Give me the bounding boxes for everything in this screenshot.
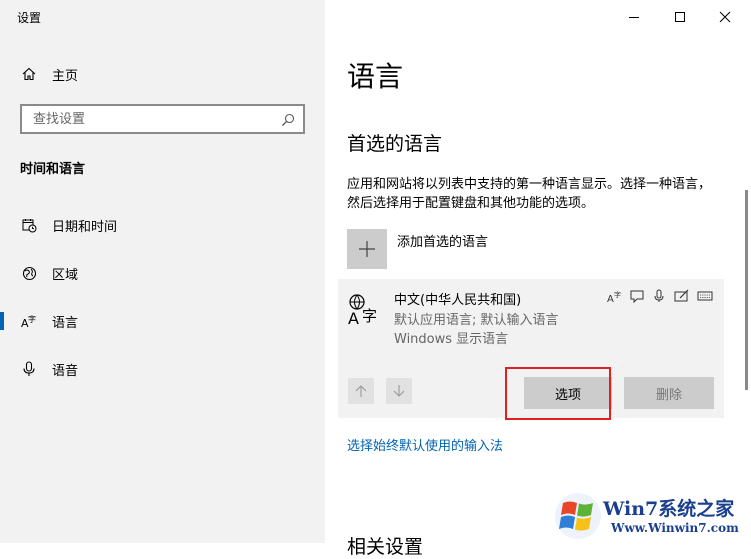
sidebar-item-label: 语音 bbox=[52, 363, 79, 379]
move-up-button[interactable] bbox=[348, 378, 374, 404]
keyboard-icon bbox=[696, 289, 714, 303]
close-button[interactable] bbox=[702, 4, 748, 30]
sidebar-item-speech[interactable]: 语音 bbox=[0, 349, 325, 389]
handwriting-icon bbox=[673, 289, 691, 303]
nav-home-label: 主页 bbox=[52, 68, 79, 84]
language-detail-display: Windows 显示语言 bbox=[394, 332, 509, 347]
sidebar-item-region[interactable]: 区域 bbox=[0, 253, 325, 293]
svg-text:字: 字 bbox=[362, 307, 377, 325]
globe-icon bbox=[21, 265, 37, 281]
sidebar: 设置 主页 时间和语言 日期和时间 区域 A字 语言 语音 bbox=[0, 0, 325, 543]
calendar-clock-icon bbox=[21, 217, 37, 233]
options-highlight-box bbox=[505, 367, 611, 420]
arrow-down-icon bbox=[393, 385, 405, 397]
preferred-languages-heading: 首选的语言 bbox=[347, 133, 443, 155]
page-title: 语言 bbox=[347, 60, 404, 93]
plus-icon bbox=[347, 229, 387, 269]
language-name: 中文(中华人民共和国) bbox=[394, 293, 522, 308]
sidebar-item-language[interactable]: A字 语言 bbox=[0, 301, 325, 341]
search-box[interactable] bbox=[20, 104, 305, 134]
display-language-icon: A字 bbox=[606, 289, 624, 303]
sidebar-item-date-time[interactable]: 日期和时间 bbox=[0, 205, 325, 245]
watermark-title: Win7系统之家 bbox=[603, 498, 735, 520]
maximize-icon bbox=[675, 12, 685, 22]
related-settings-heading: 相关设置 bbox=[347, 536, 424, 558]
language-glyph-icon: A 字 bbox=[347, 292, 381, 328]
add-language-button[interactable]: 添加首选的语言 bbox=[347, 229, 488, 269]
home-icon bbox=[21, 66, 37, 82]
language-icon: A字 bbox=[21, 313, 37, 329]
remove-button[interactable]: 删除 bbox=[624, 377, 714, 409]
language-detail: 默认应用语言; 默认输入语言 bbox=[394, 313, 559, 328]
maximize-button[interactable] bbox=[657, 4, 703, 30]
scrollbar[interactable] bbox=[745, 190, 748, 390]
search-input[interactable] bbox=[31, 110, 275, 128]
search-icon[interactable] bbox=[281, 112, 295, 131]
sidebar-item-label: 日期和时间 bbox=[52, 219, 118, 235]
svg-text:字: 字 bbox=[28, 314, 36, 324]
move-down-button[interactable] bbox=[386, 378, 412, 404]
window-title: 设置 bbox=[17, 11, 42, 25]
close-icon bbox=[719, 11, 731, 23]
speech-icon bbox=[628, 289, 646, 303]
svg-text:字: 字 bbox=[614, 290, 621, 299]
arrow-up-icon bbox=[355, 385, 367, 397]
microphone-icon bbox=[21, 361, 37, 377]
sidebar-item-label: 语言 bbox=[52, 315, 79, 331]
svg-text:A: A bbox=[607, 294, 614, 303]
watermark-url: Www.Winwin7.com bbox=[611, 521, 739, 535]
nav-home[interactable]: 主页 bbox=[0, 54, 325, 94]
windows-logo-icon bbox=[555, 493, 601, 539]
watermark: Win7系统之家 Www.Winwin7.com bbox=[553, 488, 751, 543]
svg-text:A: A bbox=[348, 309, 359, 326]
microphone-icon bbox=[650, 289, 668, 303]
add-language-label: 添加首选的语言 bbox=[397, 235, 489, 250]
section-title: 时间和语言 bbox=[20, 162, 86, 177]
minimize-button[interactable] bbox=[611, 4, 657, 30]
description-text: 应用和网站将以列表中支持的第一种语言显示。选择一种语言，然后选择用于配置键盘和其… bbox=[347, 177, 712, 211]
input-method-link[interactable]: 选择始终默认使用的输入法 bbox=[347, 435, 503, 454]
sidebar-item-label: 区域 bbox=[52, 267, 79, 283]
minimize-icon bbox=[629, 17, 639, 18]
main-content: 语言 首选的语言 应用和网站将以列表中支持的第一种语言显示。选择一种语言，然后选… bbox=[325, 0, 751, 558]
